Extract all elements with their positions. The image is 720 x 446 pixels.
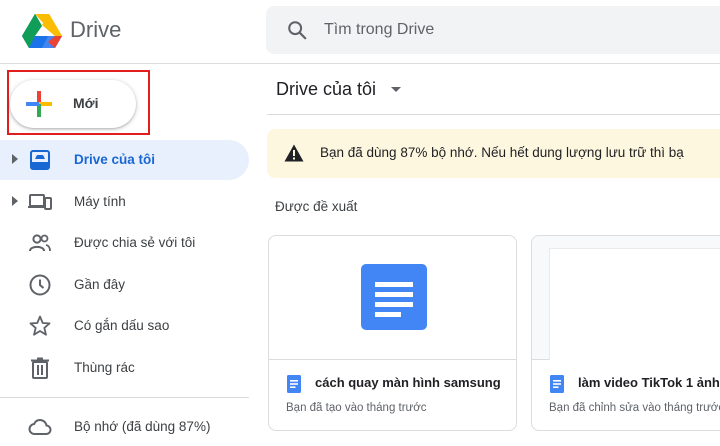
my-drive-icon: [30, 150, 50, 170]
sidebar-divider: [0, 397, 249, 398]
clock-icon: [29, 274, 51, 296]
sidebar-item-starred[interactable]: Có gắn dấu sao: [0, 306, 249, 346]
doc-file-icon: [550, 375, 564, 393]
main-header: Drive của tôi: [267, 64, 720, 115]
cloud-icon: [28, 418, 52, 435]
warning-text: Bạn đã dùng 87% bộ nhớ. Nếu hết dung lượ…: [320, 145, 684, 160]
file-activity: Bạn đã tạo vào tháng trước: [286, 402, 427, 414]
sidebar-item-shared[interactable]: Được chia sẻ với tôi: [0, 223, 249, 263]
doc-file-icon: [287, 375, 301, 393]
chevron-down-icon[interactable]: [391, 87, 401, 92]
file-name: làm video TikTok 1 ảnh: [578, 375, 720, 390]
file-activity: Bạn đã chỉnh sửa vào tháng trước: [549, 402, 720, 414]
plus-icon: [26, 91, 52, 117]
expand-arrow-icon[interactable]: [12, 196, 18, 206]
shared-people-icon: [29, 234, 51, 252]
sidebar-item-my-drive[interactable]: Drive của tôi: [0, 140, 249, 180]
file-card[interactable]: làm video TikTok 1 ảnh Bạn đã chỉnh sửa …: [531, 235, 720, 431]
sidebar-item-label: Drive của tôi: [74, 152, 156, 167]
search-input[interactable]: Tìm trong Drive: [324, 21, 434, 39]
sidebar-item-label: Gần đây: [74, 277, 126, 292]
computers-icon: [28, 194, 52, 210]
sidebar-item-label: Được chia sẻ với tôi: [74, 235, 196, 250]
file-name: cách quay màn hình samsung: [315, 375, 501, 390]
file-preview[interactable]: [269, 236, 516, 360]
sidebar-item-label: Máy tính: [74, 194, 126, 209]
warning-icon: [284, 144, 304, 162]
search-bar[interactable]: Tìm trong Drive: [266, 6, 720, 54]
top-bar: Drive Tìm trong Drive: [0, 0, 720, 64]
sidebar-item-label: Có gắn dấu sao: [74, 318, 170, 333]
star-icon: [29, 315, 51, 336]
storage-warning-banner: Bạn đã dùng 87% bộ nhớ. Nếu hết dung lượ…: [267, 129, 720, 178]
suggested-heading: Được đề xuất: [275, 199, 358, 214]
sidebar-item-computers[interactable]: Máy tính: [0, 182, 249, 222]
expand-arrow-icon[interactable]: [12, 154, 18, 164]
new-button[interactable]: Mới: [10, 80, 136, 128]
trash-icon: [31, 357, 49, 379]
drive-logo-icon[interactable]: [22, 12, 62, 48]
app-name: Drive: [70, 17, 122, 42]
file-card[interactable]: cách quay màn hình samsung Bạn đã tạo và…: [268, 235, 517, 431]
page-title[interactable]: Drive của tôi: [276, 79, 376, 100]
doc-preview-icon: [361, 264, 427, 330]
file-preview[interactable]: [532, 236, 720, 360]
doc-page-thumbnail: [549, 248, 720, 360]
storage-label: Bộ nhớ (đã dùng 87%): [74, 419, 211, 434]
sidebar-item-label: Thùng rác: [74, 360, 135, 375]
sidebar-item-recent[interactable]: Gần đây: [0, 265, 249, 305]
search-icon[interactable]: [286, 19, 308, 41]
sidebar-item-trash[interactable]: Thùng rác: [0, 348, 249, 388]
new-button-label: Mới: [73, 95, 99, 111]
sidebar-item-storage[interactable]: Bộ nhớ (đã dùng 87%): [0, 407, 249, 446]
